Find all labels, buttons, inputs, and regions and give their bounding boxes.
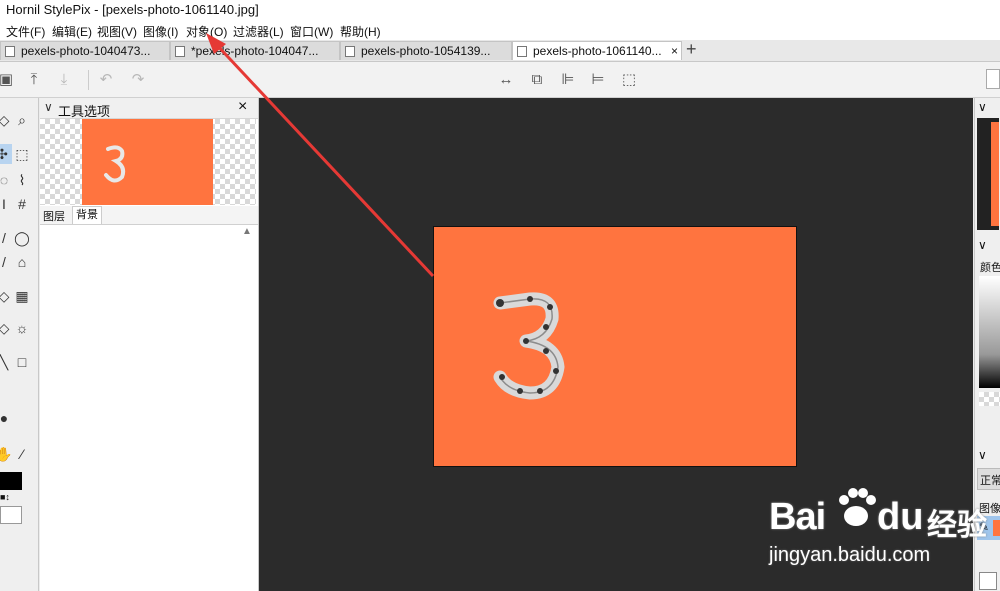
baidu-watermark: Bai du 经验 jingyan.baidu.com [765,486,995,576]
watermark-cn: 经验 [927,509,987,542]
watermark-brand-2: du [877,496,924,538]
watermark-url: jingyan.baidu.com [769,544,931,566]
watermark-brand: Bai [769,496,826,538]
paw-logo-icon [839,488,876,526]
